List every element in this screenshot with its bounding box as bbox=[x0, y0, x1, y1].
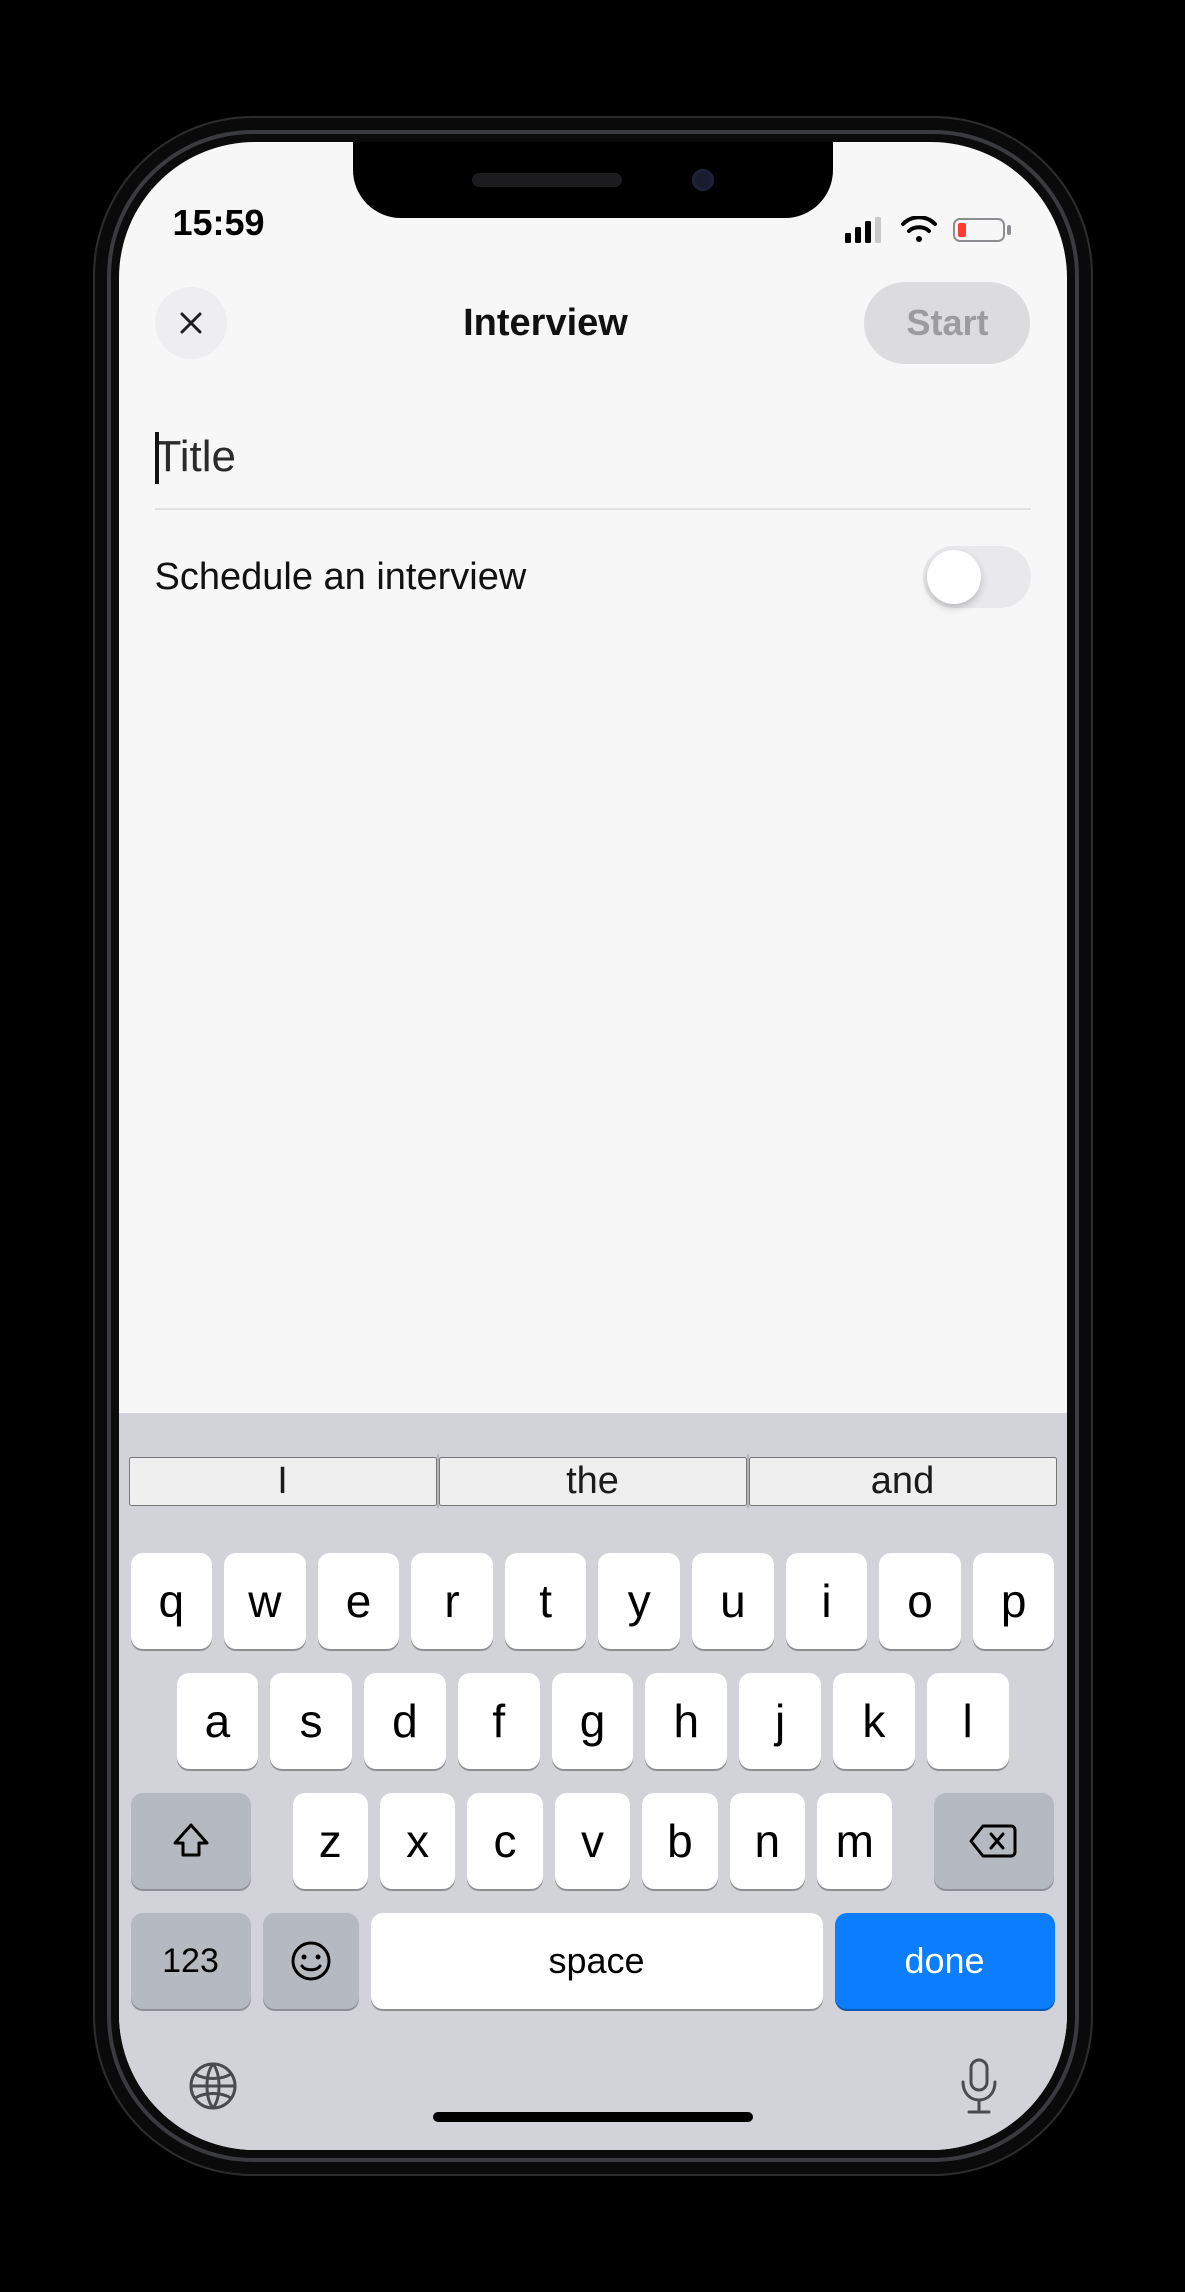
schedule-interview-toggle[interactable] bbox=[923, 546, 1031, 608]
key-a[interactable]: a bbox=[177, 1673, 259, 1769]
globe-icon bbox=[185, 2058, 241, 2114]
toggle-knob bbox=[927, 550, 981, 604]
key-b[interactable]: b bbox=[642, 1793, 717, 1889]
key-l[interactable]: l bbox=[927, 1673, 1009, 1769]
status-time: 15:59 bbox=[173, 202, 265, 244]
close-icon bbox=[176, 308, 206, 338]
screen: 15:59 bbox=[119, 142, 1067, 2150]
keyboard-footer bbox=[129, 2055, 1057, 2120]
key-m[interactable]: m bbox=[817, 1793, 892, 1889]
key-v[interactable]: v bbox=[555, 1793, 630, 1889]
backspace-key[interactable] bbox=[934, 1793, 1054, 1889]
key-u[interactable]: u bbox=[692, 1553, 774, 1649]
front-camera bbox=[692, 169, 714, 191]
key-y[interactable]: y bbox=[598, 1553, 680, 1649]
title-input[interactable] bbox=[155, 414, 1031, 510]
shift-icon bbox=[169, 1819, 213, 1863]
suggestion-bar: I the and bbox=[129, 1429, 1057, 1533]
key-row-4: 123 space done bbox=[129, 1913, 1057, 2009]
phone-frame: 15:59 bbox=[93, 116, 1093, 2176]
wifi-icon bbox=[899, 216, 939, 244]
key-j[interactable]: j bbox=[739, 1673, 821, 1769]
key-r[interactable]: r bbox=[411, 1553, 493, 1649]
schedule-interview-label: Schedule an interview bbox=[155, 556, 527, 599]
key-d[interactable]: d bbox=[364, 1673, 446, 1769]
suggestion-2[interactable]: the bbox=[439, 1457, 747, 1506]
key-row-2: a s d f g h j k l bbox=[129, 1673, 1057, 1769]
key-o[interactable]: o bbox=[879, 1553, 961, 1649]
key-n[interactable]: n bbox=[730, 1793, 805, 1889]
emoji-key[interactable] bbox=[263, 1913, 359, 2009]
start-button[interactable]: Start bbox=[864, 282, 1030, 364]
dictation-key[interactable] bbox=[951, 2055, 1007, 2120]
globe-key[interactable] bbox=[179, 2057, 247, 2118]
shift-key[interactable] bbox=[131, 1793, 251, 1889]
suggestion-3[interactable]: and bbox=[749, 1457, 1057, 1506]
key-q[interactable]: q bbox=[131, 1553, 213, 1649]
cellular-signal-icon bbox=[845, 217, 885, 243]
backspace-icon bbox=[969, 1822, 1019, 1860]
key-e[interactable]: e bbox=[318, 1553, 400, 1649]
key-t[interactable]: t bbox=[505, 1553, 587, 1649]
key-h[interactable]: h bbox=[645, 1673, 727, 1769]
key-f[interactable]: f bbox=[458, 1673, 540, 1769]
nav-title: Interview bbox=[463, 302, 628, 345]
battery-low-icon bbox=[953, 216, 1013, 244]
text-caret bbox=[155, 432, 159, 484]
notch bbox=[353, 142, 833, 218]
key-g[interactable]: g bbox=[552, 1673, 634, 1769]
key-i[interactable]: i bbox=[786, 1553, 868, 1649]
numbers-key[interactable]: 123 bbox=[131, 1913, 251, 2009]
suggestion-1[interactable]: I bbox=[129, 1457, 437, 1506]
key-s[interactable]: s bbox=[270, 1673, 352, 1769]
close-button[interactable] bbox=[155, 287, 227, 359]
nav-bar: Interview Start bbox=[119, 252, 1067, 396]
key-w[interactable]: w bbox=[224, 1553, 306, 1649]
key-p[interactable]: p bbox=[973, 1553, 1055, 1649]
key-z[interactable]: z bbox=[293, 1793, 368, 1889]
key-x[interactable]: x bbox=[380, 1793, 455, 1889]
form-content: Schedule an interview bbox=[119, 396, 1067, 662]
keyboard: I the and q w e r t y u i o p bbox=[119, 1413, 1067, 2150]
key-row-1: q w e r t y u i o p bbox=[129, 1553, 1057, 1649]
emoji-icon bbox=[289, 1939, 333, 1983]
home-indicator[interactable] bbox=[433, 2112, 753, 2122]
done-key[interactable]: done bbox=[835, 1913, 1055, 2009]
key-c[interactable]: c bbox=[467, 1793, 542, 1889]
key-k[interactable]: k bbox=[833, 1673, 915, 1769]
microphone-icon bbox=[957, 2056, 1001, 2116]
space-key[interactable]: space bbox=[371, 1913, 823, 2009]
key-row-3: z x c v b n m bbox=[129, 1793, 1057, 1889]
speaker-grill bbox=[472, 173, 622, 187]
